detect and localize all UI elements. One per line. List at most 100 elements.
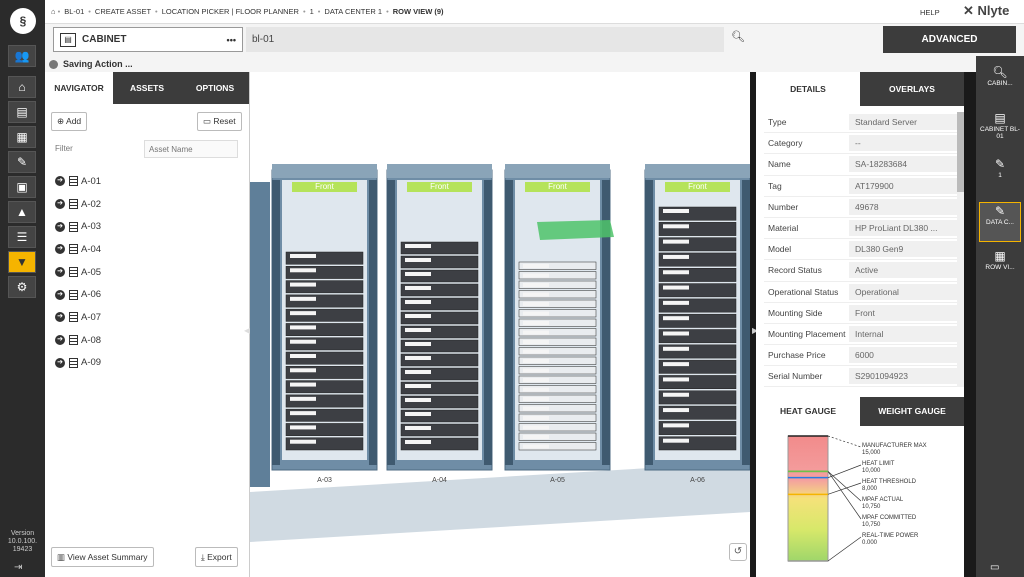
detail-row: Type Standard Server [764,112,960,134]
detail-value[interactable]: Standard Server [849,114,960,131]
tree-item[interactable]: ➔ A-08 [55,329,235,352]
detail-value[interactable]: S2901094923 [849,368,960,385]
expand-arrow-icon[interactable]: ➔ [55,335,65,346]
tab-options[interactable]: OPTIONS [181,72,249,104]
advanced-button[interactable]: ADVANCED [883,26,1016,53]
expand-arrow-icon[interactable]: ➔ [55,221,65,232]
tree-item[interactable]: ➔ A-07 [55,306,235,329]
reset-button[interactable]: ▭ Reset [197,112,242,131]
right-rail-item[interactable]: ▦ ROW VI... [979,248,1021,288]
breadcrumb-item-row-view[interactable]: ROW VIEW (9) [393,7,444,16]
list-icon[interactable]: ☰ [8,226,36,248]
right-rail-item[interactable]: ▤ CABINET BL-01 [979,110,1021,150]
help-link[interactable]: HELP [920,8,940,17]
server-unit [658,268,737,282]
detail-value[interactable]: Operational [849,283,960,300]
expand-arrow-icon[interactable]: ➔ [55,267,65,278]
detail-value[interactable]: SA-18283684 [849,156,960,173]
tree-item[interactable]: ➔ A-05 [55,261,235,284]
breadcrumb-item-bl01[interactable]: BL-01 [64,7,84,16]
expand-arrow-icon[interactable]: ➔ [55,244,65,255]
rack[interactable]: Front A-03 [271,164,378,484]
detail-value[interactable]: HP ProLiant DL380 ... [849,220,960,237]
right-rail-item[interactable]: ✎ DATA C... [979,202,1021,242]
tab-navigator[interactable]: NAVIGATOR [45,72,113,104]
add-button[interactable]: ⊕ Add [51,112,88,131]
detail-row: Name SA-18283684 [764,154,960,176]
tab-overlays[interactable]: OVERLAYS [860,72,964,106]
tasks-icon[interactable]: ▼ [8,251,36,273]
asset-name-filter-input[interactable] [144,140,238,158]
server-label-plate [523,425,549,430]
rack[interactable]: Front A-06 [644,164,750,484]
breadcrumb-item-create-asset[interactable]: CREATE ASSET [95,7,151,16]
export-button[interactable]: ⤓ Export [195,547,238,567]
app-logo[interactable]: § [10,8,36,34]
more-icon[interactable]: ••• [227,35,242,45]
expand-arrow-icon[interactable]: ➔ [55,289,65,300]
view-asset-summary-button[interactable]: ▥ View Asset Summary [51,547,154,567]
panel-toggle-icon[interactable]: ▭ [990,562,999,573]
server-unit [658,359,737,374]
detail-value[interactable]: Internal [849,325,960,342]
tree-item[interactable]: ➔ A-03 [55,215,235,238]
tree-item[interactable]: ➔ A-09 [55,352,235,375]
settings-icon[interactable]: ⚙ [8,276,36,298]
rack-3d-view[interactable]: Front A-03 Front A-04 Front A-05 Front A-06 [250,72,750,577]
details-scrollbar[interactable] [957,112,964,387]
rack-scene[interactable]: Front A-03 Front A-04 Front A-05 Front A-06 [250,72,750,577]
home-icon[interactable]: ⌂ [8,76,36,98]
server-unit [285,423,364,436]
detail-value[interactable]: Front [849,304,960,321]
reset-button-label: Reset [213,116,236,126]
logout-icon[interactable]: ⇥ [14,562,22,573]
expand-arrow-icon[interactable]: ➔ [55,357,65,368]
server-label-plate [663,331,689,336]
tree-item[interactable]: ➔ A-04 [55,238,235,261]
tab-weight-gauge[interactable]: WEIGHT GAUGE [860,397,964,426]
server-label-plate [523,435,549,439]
chart-icon[interactable]: ▲ [8,201,36,223]
server-label-plate [405,272,431,276]
dashboard-icon[interactable]: ▤ [8,101,36,123]
navigator-panel: NAVIGATOR ASSETS OPTIONS ⊕ Add ▭ Reset F… [45,72,250,577]
expand-arrow-icon[interactable]: ➔ [55,312,65,323]
server-label-plate [523,292,549,297]
reports-icon[interactable]: ▦ [8,126,36,148]
edit-icon[interactable]: ✎ [8,151,36,173]
asset-type-select[interactable]: ▤ CABINET ••• [53,27,243,52]
detail-value[interactable]: DL380 Gen9 [849,241,960,258]
gauge-level-name: MPAF ACTUAL [862,497,904,503]
detail-value[interactable]: -- [849,135,960,152]
tab-assets[interactable]: ASSETS [113,72,181,104]
floor-plan-icon[interactable]: ▣ [8,176,36,198]
rack[interactable]: Front A-04 [386,164,493,484]
scrollbar-thumb[interactable] [957,112,964,192]
server-unit [658,252,737,267]
detail-value[interactable]: 6000 [849,347,960,364]
right-rail-item[interactable]: 🔍︎ CABIN... [979,64,1021,104]
tab-heat-gauge[interactable]: HEAT GAUGE [756,397,860,426]
detail-value[interactable]: 49678 [849,198,960,215]
breadcrumb-item-location-picker[interactable]: LOCATION PICKER | FLOOR PLANNER [162,7,299,16]
breadcrumb-item-data-center[interactable]: DATA CENTER 1 [324,7,382,16]
detail-key: Serial Number [768,371,823,382]
detail-value[interactable]: AT179900 [849,177,960,194]
tree-item[interactable]: ➔ A-01 [55,170,235,193]
search-icon[interactable]: 🔍︎ [731,30,745,43]
rack[interactable]: Front A-05 [504,164,611,484]
server-unit [658,344,737,359]
tab-details[interactable]: DETAILS [756,72,860,106]
server-label-plate [663,438,689,443]
expand-arrow-icon[interactable]: ➔ [55,199,65,210]
search-input[interactable] [246,27,724,52]
right-rail-item[interactable]: ✎ 1 [979,156,1021,196]
tree-item[interactable]: ➔ A-06 [55,283,235,306]
tree-item[interactable]: ➔ A-02 [55,193,235,216]
reset-view-icon[interactable]: ↺ [729,543,747,561]
breadcrumb-item-floor[interactable]: 1 [310,7,314,16]
front-label: Front [315,182,334,191]
expand-arrow-icon[interactable]: ➔ [55,176,65,187]
users-icon[interactable]: 👥 [8,45,36,67]
detail-value[interactable]: Active [849,262,960,279]
